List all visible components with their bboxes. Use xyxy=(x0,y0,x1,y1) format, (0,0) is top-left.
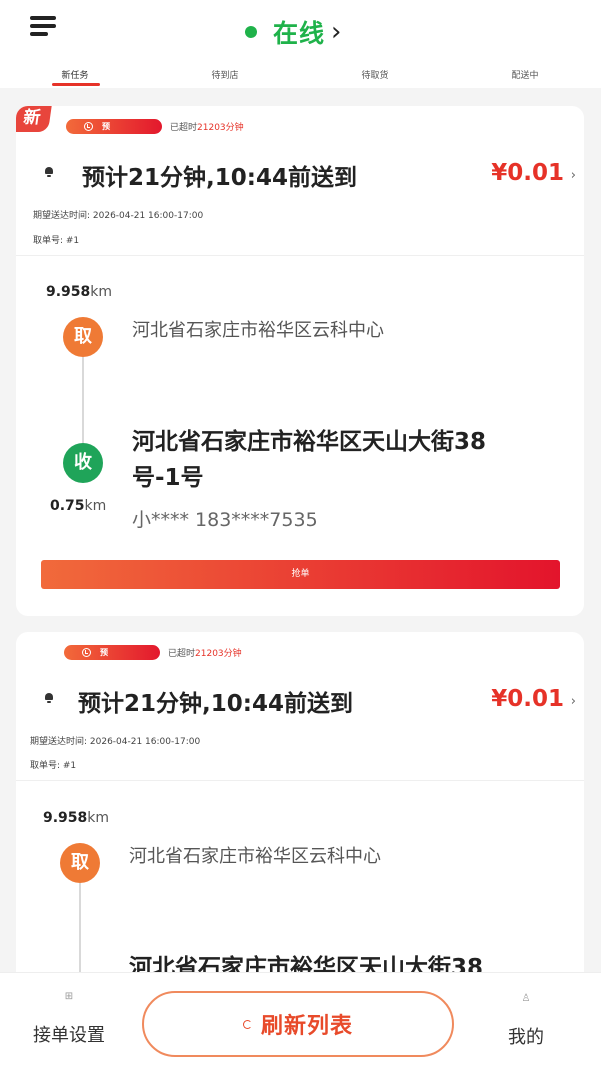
menu-icon[interactable] xyxy=(30,14,58,38)
divider xyxy=(16,780,584,781)
route-line xyxy=(79,883,81,983)
online-dot-icon xyxy=(245,26,257,38)
overtime-text: 已超时21203分钟 xyxy=(168,646,242,659)
tab-delivering[interactable]: 配送中 xyxy=(450,58,600,88)
divider xyxy=(16,255,584,256)
order-price: ¥0.01 xyxy=(491,686,564,712)
order-tabs: 新任务 待到店 待取货 配送中 xyxy=(0,58,601,88)
expected-time: 期望送达时间: 2026-04-21 16:00-17:00 xyxy=(33,211,204,221)
user-icon: ♙ xyxy=(521,993,531,1004)
reservation-tag: 预 xyxy=(64,645,160,660)
reservation-tag: 预 xyxy=(66,119,162,134)
new-badge: 新 xyxy=(16,106,52,132)
pickup-address: 河北省石家庄市裕华区云科中心 xyxy=(129,846,381,867)
delivery-address-line1: 河北省石家庄市裕华区天山大街38 xyxy=(132,429,487,455)
chevron-right-icon[interactable]: › xyxy=(571,168,576,183)
tab-to-pickup[interactable]: 待取货 xyxy=(300,58,450,88)
delivery-distance: 0.75km xyxy=(50,498,106,514)
order-settings-tab[interactable]: ⊞ 接单设置 xyxy=(28,991,110,1047)
tab-to-store[interactable]: 待到店 xyxy=(150,58,300,88)
eta-text: 预计21分钟,10:44前送到 xyxy=(82,165,357,191)
pickup-marker: 取 xyxy=(60,843,100,883)
pickup-marker: 取 xyxy=(63,317,103,357)
pickup-address: 河北省石家庄市裕华区云科中心 xyxy=(132,320,384,341)
refresh-icon xyxy=(242,1019,252,1029)
order-tag-row: 预 已超时21203分钟 xyxy=(64,645,242,660)
online-status-toggle[interactable]: 在线 › xyxy=(245,14,341,50)
bell-icon xyxy=(44,693,54,703)
bottom-navigation: ⊞ 接单设置 刷新列表 ♙ 我的 xyxy=(0,972,601,1070)
overtime-value: 21203分钟 xyxy=(195,649,242,659)
order-price: ¥0.01 xyxy=(491,160,564,186)
order-tag-row: 预 已超时21203分钟 xyxy=(66,119,244,134)
pickup-distance-unit: km xyxy=(90,284,113,300)
delivery-address-line2: 号-1号 xyxy=(132,465,204,491)
pickup-number: 取单号: #1 xyxy=(33,236,80,246)
mine-tab[interactable]: ♙ 我的 xyxy=(496,993,556,1049)
reservation-tag-label: 预 xyxy=(102,122,110,131)
overtime-value: 21203分钟 xyxy=(197,123,244,133)
refresh-list-label: 刷新列表 xyxy=(260,1014,353,1039)
bell-icon xyxy=(44,167,54,177)
order-card[interactable]: 新 预 已超时21203分钟 预计21分钟,10:44前送到 ¥0.01 › 期… xyxy=(16,106,584,616)
chevron-right-icon: › xyxy=(331,17,342,47)
pickup-distance: 9.958km xyxy=(43,810,109,826)
pickup-distance-value: 9.958 xyxy=(43,810,88,826)
pickup-number: 取单号: #1 xyxy=(30,761,77,771)
refresh-list-button[interactable]: 刷新列表 xyxy=(142,991,454,1057)
app-header: 在线 › xyxy=(0,0,601,58)
order-title-row: 预计21分钟,10:44前送到 ¥0.01 › xyxy=(16,680,584,720)
eta-text: 预计21分钟,10:44前送到 xyxy=(78,691,353,717)
chevron-right-icon[interactable]: › xyxy=(571,694,576,709)
overtime-text: 已超时21203分钟 xyxy=(170,120,244,133)
delivery-distance-value: 0.75 xyxy=(50,498,85,514)
pickup-distance-unit: km xyxy=(87,810,110,826)
route-line xyxy=(82,357,84,443)
mine-label: 我的 xyxy=(508,1027,544,1048)
grid-icon: ⊞ xyxy=(64,991,74,1002)
clock-icon xyxy=(84,122,93,131)
delivery-distance-unit: km xyxy=(84,498,107,514)
receiver-contact: 小**** 183****7535 xyxy=(132,509,318,531)
overtime-prefix: 已超时 xyxy=(170,123,198,133)
clock-icon xyxy=(82,648,91,657)
expected-time: 期望送达时间: 2026-04-21 16:00-17:00 xyxy=(30,737,201,747)
order-title-row: 预计21分钟,10:44前送到 ¥0.01 › xyxy=(16,154,584,194)
online-status-label: 在线 xyxy=(273,19,326,48)
delivery-marker: 收 xyxy=(63,443,103,483)
overtime-prefix: 已超时 xyxy=(168,649,196,659)
order-settings-label: 接单设置 xyxy=(33,1025,105,1046)
reservation-tag-label: 预 xyxy=(100,648,108,657)
tab-new-tasks[interactable]: 新任务 xyxy=(0,58,150,88)
pickup-distance-value: 9.958 xyxy=(46,284,91,300)
grab-order-button[interactable]: 抢单 xyxy=(41,560,560,589)
pickup-distance: 9.958km xyxy=(46,284,112,300)
